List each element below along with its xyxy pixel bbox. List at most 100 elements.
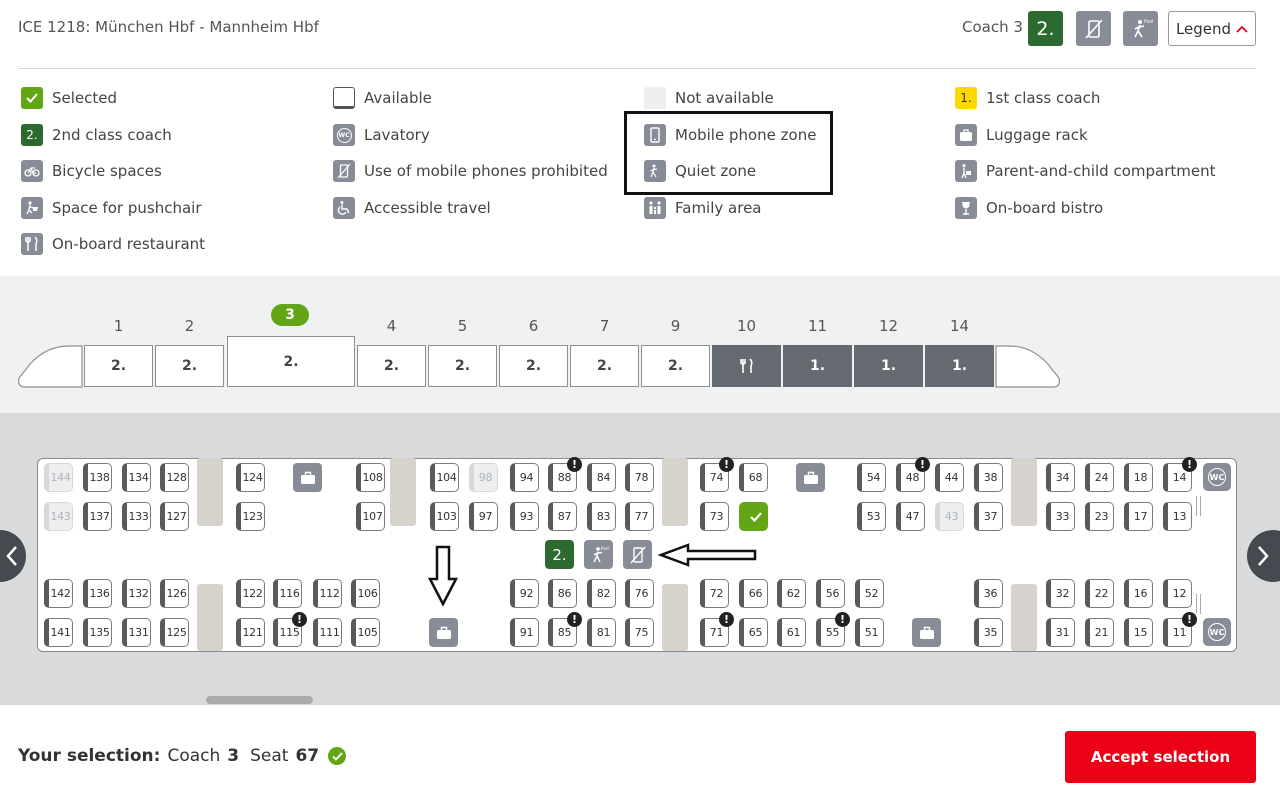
seat-53[interactable]: 53 — [857, 502, 886, 531]
legend-toggle-button[interactable]: Legend — [1168, 11, 1256, 46]
seat-82[interactable]: 82 — [587, 579, 616, 608]
seat-77[interactable]: 77 — [625, 502, 654, 531]
seat-81[interactable]: 81 — [587, 618, 616, 647]
seat-103[interactable]: 103 — [430, 502, 459, 531]
seat-73[interactable]: 73 — [700, 502, 729, 531]
seat-35[interactable]: 35 — [974, 618, 1003, 647]
seat-54[interactable]: 54 — [857, 463, 886, 492]
legend-column-2: Available WC Lavatory Use of mobile phon… — [333, 87, 608, 219]
seat-15[interactable]: 15 — [1124, 618, 1153, 647]
seat-38[interactable]: 38 — [974, 463, 1003, 492]
coach-6[interactable]: 2. — [499, 345, 568, 387]
seat-142[interactable]: 142 — [44, 579, 73, 608]
legend-label: Lavatory — [364, 126, 430, 144]
accept-selection-button[interactable]: Accept selection — [1065, 731, 1256, 783]
seat-93[interactable]: 93 — [510, 502, 539, 531]
seat-16[interactable]: 16 — [1124, 579, 1153, 608]
seat-37[interactable]: 37 — [974, 502, 1003, 531]
seat-44[interactable]: 44 — [935, 463, 964, 492]
coach-11[interactable]: 1. — [783, 345, 852, 387]
seat-106[interactable]: 106 — [351, 579, 380, 608]
coach-12[interactable]: 1. — [854, 345, 923, 387]
coach-14[interactable]: 1. — [925, 345, 994, 387]
seat-107[interactable]: 107 — [356, 502, 385, 531]
seat-136[interactable]: 136 — [83, 579, 112, 608]
seat-92[interactable]: 92 — [510, 579, 539, 608]
coach-2[interactable]: 2. — [155, 345, 224, 387]
seat-21[interactable]: 21 — [1085, 618, 1114, 647]
seat-111[interactable]: 111 — [313, 618, 342, 647]
seat-52[interactable]: 52 — [855, 579, 884, 608]
seat-17[interactable]: 17 — [1124, 502, 1153, 531]
coach-10[interactable] — [712, 345, 781, 387]
seat-94[interactable]: 94 — [510, 463, 539, 492]
seat-137[interactable]: 137 — [83, 502, 112, 531]
seat-124[interactable]: 124 — [236, 463, 265, 492]
coach-7[interactable]: 2. — [570, 345, 639, 387]
seat-112[interactable]: 112 — [313, 579, 342, 608]
seat-33[interactable]: 33 — [1046, 502, 1075, 531]
seat-123[interactable]: 123 — [236, 502, 265, 531]
coach-class-label: 2. — [525, 358, 542, 374]
seat-24[interactable]: 24 — [1085, 463, 1114, 492]
seat-143: 143 — [44, 502, 73, 531]
seat-36[interactable]: 36 — [974, 579, 1003, 608]
seat-116[interactable]: 116 — [273, 579, 302, 608]
seat-76[interactable]: 76 — [625, 579, 654, 608]
seat-131[interactable]: 131 — [122, 618, 151, 647]
luggage-rack-icon — [293, 463, 322, 492]
seat-78[interactable]: 78 — [625, 463, 654, 492]
seat-122[interactable]: 122 — [236, 579, 265, 608]
warning-icon: ! — [567, 457, 582, 472]
seat-32[interactable]: 32 — [1046, 579, 1075, 608]
coach-9[interactable]: 2. — [641, 345, 710, 387]
svg-text:Psst: Psst — [1144, 19, 1153, 25]
seat-133[interactable]: 133 — [122, 502, 151, 531]
seat-104[interactable]: 104 — [430, 463, 459, 492]
seat-105[interactable]: 105 — [351, 618, 380, 647]
horizontal-scrollbar[interactable] — [206, 696, 313, 704]
seat-66[interactable]: 66 — [739, 579, 768, 608]
seat-31[interactable]: 31 — [1046, 618, 1075, 647]
coach-5[interactable]: 2. — [428, 345, 497, 387]
seat-141[interactable]: 141 — [44, 618, 73, 647]
seat-75[interactable]: 75 — [625, 618, 654, 647]
seat-62[interactable]: 62 — [777, 579, 806, 608]
seat-125[interactable]: 125 — [160, 618, 189, 647]
seat-135[interactable]: 135 — [83, 618, 112, 647]
seat-132[interactable]: 132 — [122, 579, 151, 608]
seat-12[interactable]: 12 — [1163, 579, 1192, 608]
seat-13[interactable]: 13 — [1163, 502, 1192, 531]
legend-column-1: Selected 2. 2nd class coach Bicycle spac… — [21, 87, 205, 255]
coach-3[interactable]: 2. — [227, 336, 355, 387]
seat-47[interactable]: 47 — [896, 502, 925, 531]
seat-134[interactable]: 134 — [122, 463, 151, 492]
coach-1[interactable]: 2. — [84, 345, 153, 387]
seat-72[interactable]: 72 — [700, 579, 729, 608]
seat-138[interactable]: 138 — [83, 463, 112, 492]
seat-68[interactable]: 68 — [739, 463, 768, 492]
seat-34[interactable]: 34 — [1046, 463, 1075, 492]
seat-86[interactable]: 86 — [548, 579, 577, 608]
legend-label: Family area — [675, 199, 762, 217]
seat-127[interactable]: 127 — [160, 502, 189, 531]
seat-87[interactable]: 87 — [548, 502, 577, 531]
legend-label: Space for pushchair — [52, 199, 202, 217]
seat-91[interactable]: 91 — [510, 618, 539, 647]
seat-65[interactable]: 65 — [739, 618, 768, 647]
seat-97[interactable]: 97 — [469, 502, 498, 531]
seat-126[interactable]: 126 — [160, 579, 189, 608]
seat-121[interactable]: 121 — [236, 618, 265, 647]
seat-23[interactable]: 23 — [1085, 502, 1114, 531]
seat-51[interactable]: 51 — [855, 618, 884, 647]
seat-83[interactable]: 83 — [587, 502, 616, 531]
seat-108[interactable]: 108 — [356, 463, 385, 492]
seat-61[interactable]: 61 — [777, 618, 806, 647]
seat-18[interactable]: 18 — [1124, 463, 1153, 492]
seat-84[interactable]: 84 — [587, 463, 616, 492]
seat-selected[interactable] — [739, 502, 768, 531]
seat-22[interactable]: 22 — [1085, 579, 1114, 608]
seat-56[interactable]: 56 — [816, 579, 845, 608]
seat-128[interactable]: 128 — [160, 463, 189, 492]
coach-4[interactable]: 2. — [357, 345, 426, 387]
